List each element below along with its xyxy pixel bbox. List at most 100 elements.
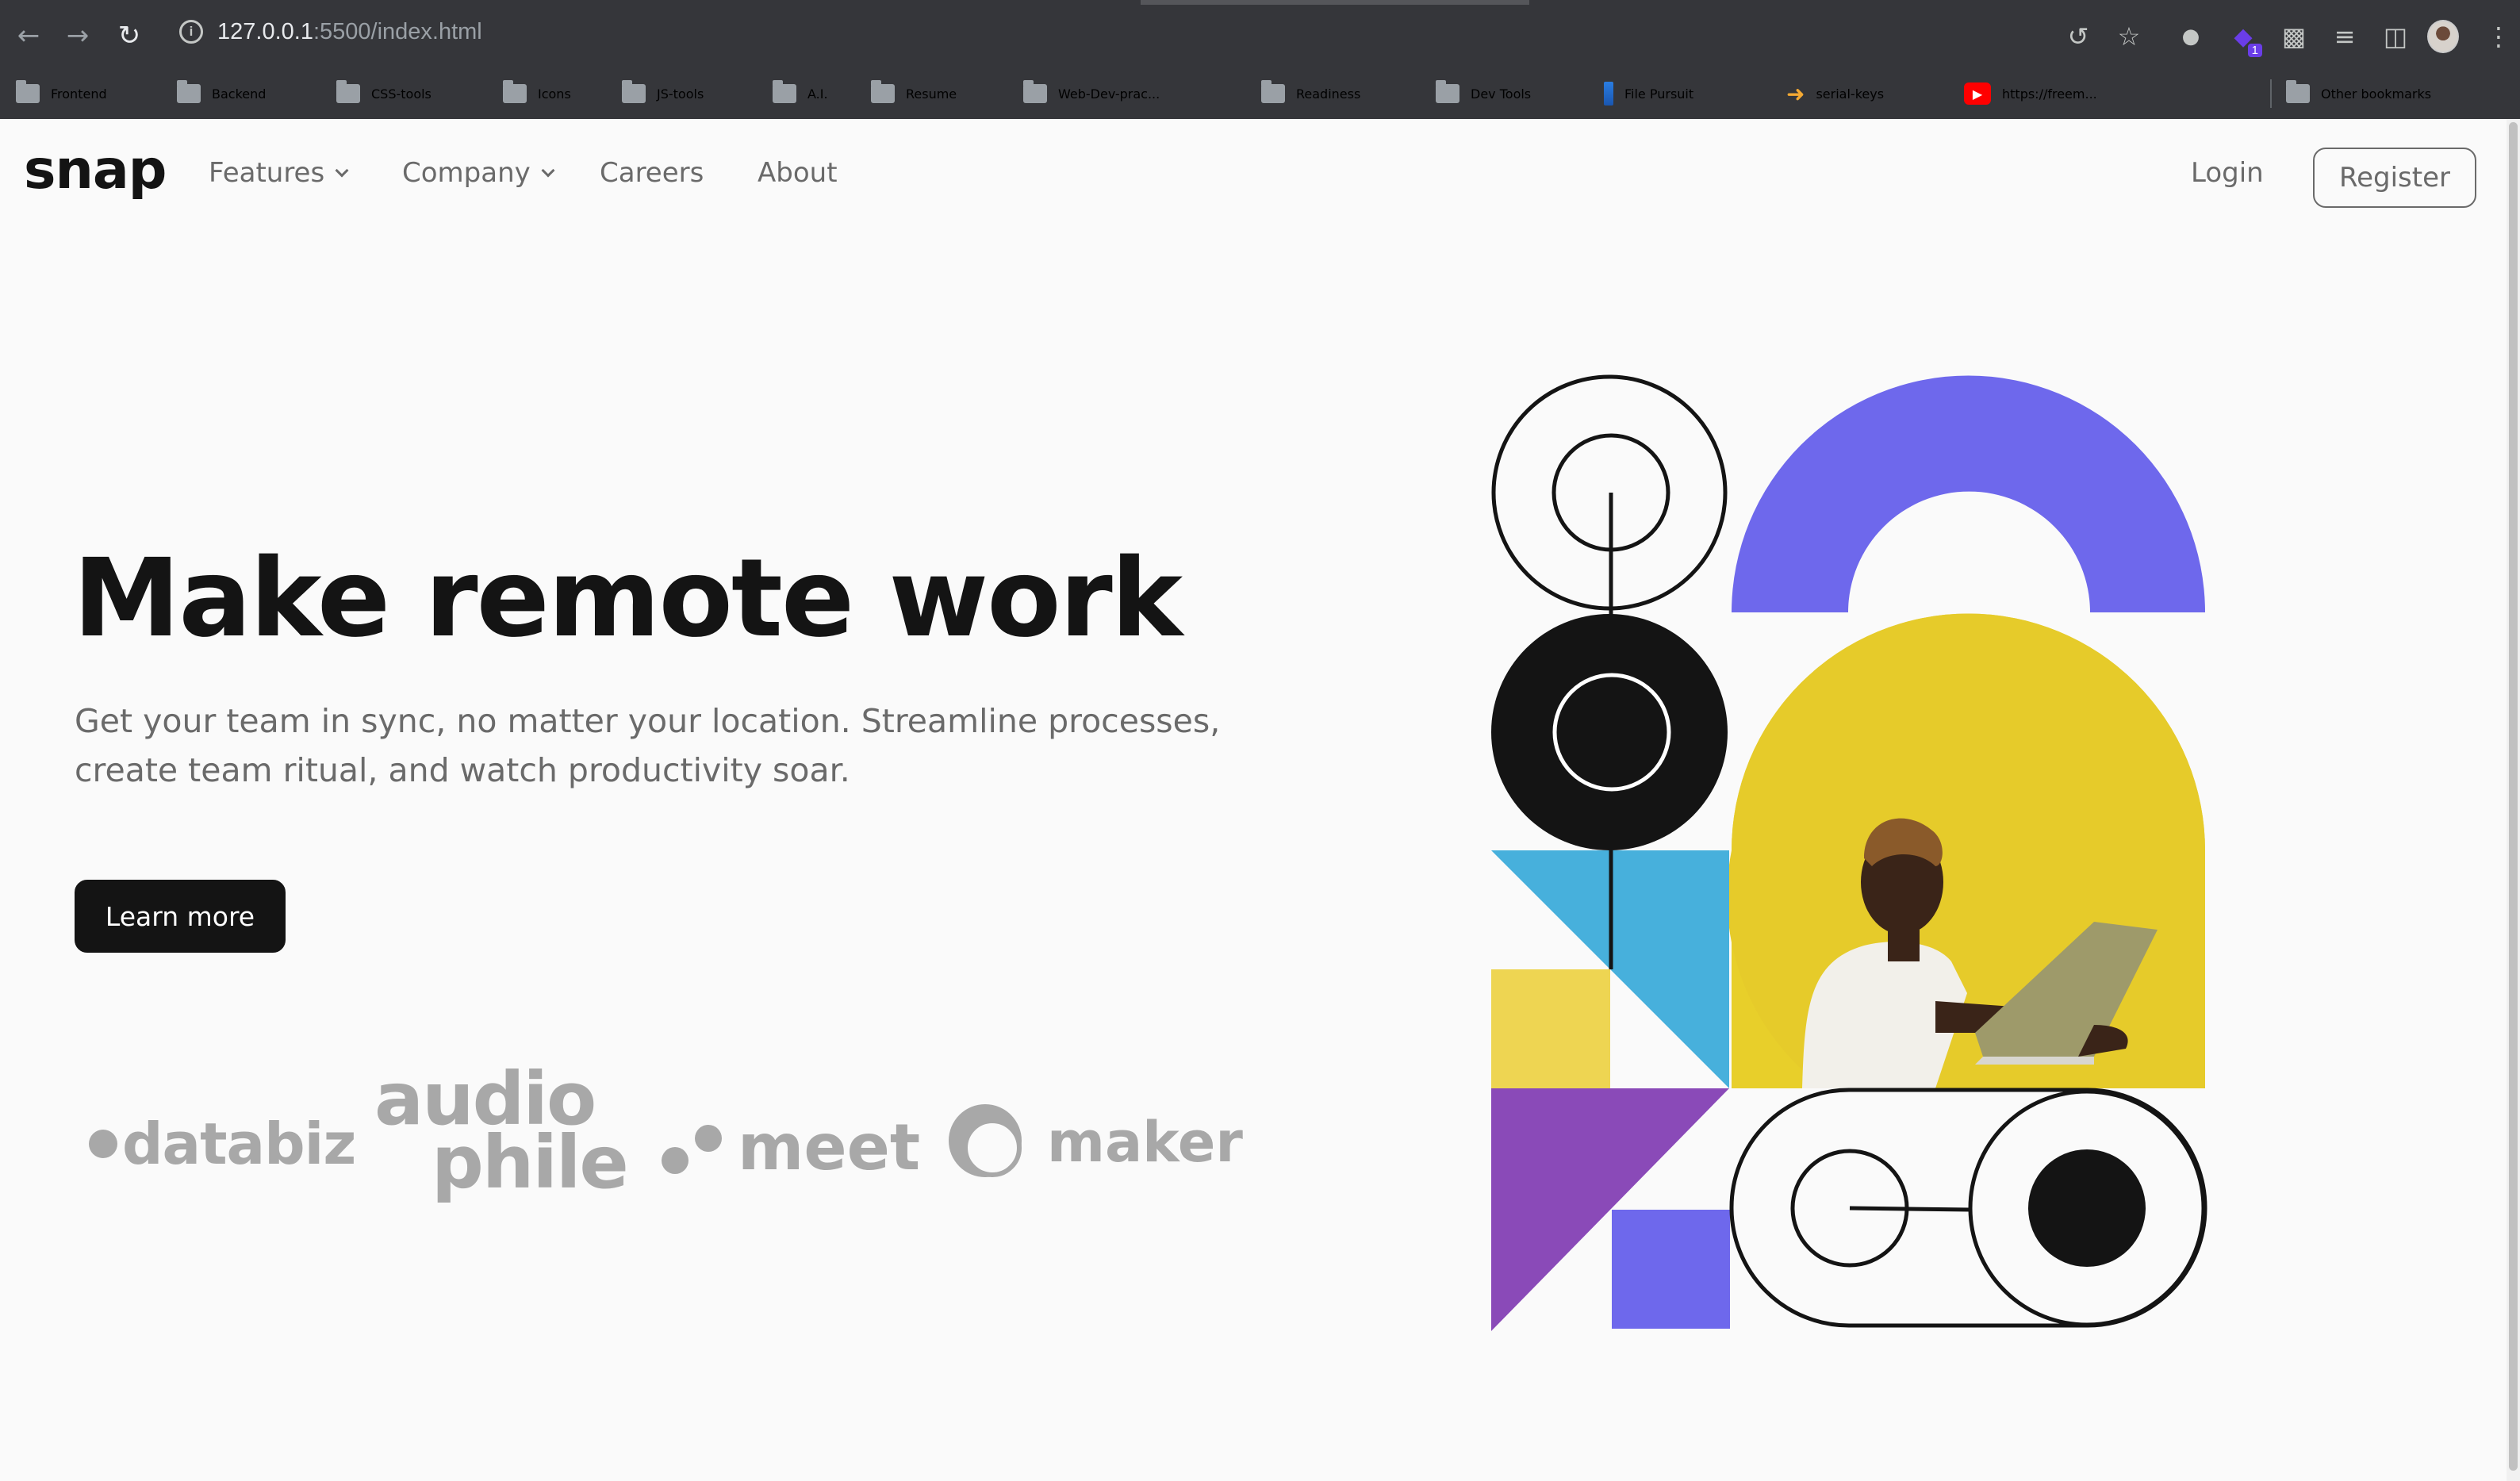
bookmark-label: Icons (538, 86, 571, 102)
extension-badge-count: 1 (2247, 44, 2262, 57)
violet-square (1612, 1210, 1730, 1329)
extension-light-icon[interactable]: ● (2175, 21, 2207, 52)
bookmark-serial-keys[interactable]: ➜ serial-keys (1786, 75, 1884, 112)
bookmark-css-tools[interactable]: CSS-tools (336, 75, 432, 112)
scrollbar-thumb[interactable] (2509, 122, 2518, 1471)
url-path: :5500/index.html (313, 18, 482, 44)
bookmark-divider (2270, 79, 2272, 108)
pill-shape (1729, 1088, 2207, 1328)
bookmark-label: CSS-tools (371, 86, 432, 102)
bookmark-web-dev-prac[interactable]: Web-Dev-prac... (1023, 75, 1160, 112)
folder-icon (16, 80, 40, 103)
yellow-square (1491, 969, 1610, 1088)
bookmark-freem[interactable]: ▶ https://freem... (1964, 75, 2097, 112)
bookmark-resume[interactable]: Resume (871, 75, 957, 112)
nav-about-label: About (758, 157, 838, 189)
info-icon[interactable]: i (179, 20, 203, 44)
folder-icon (336, 80, 360, 103)
audiophile-line-2: phile (432, 1120, 629, 1205)
maker-label: maker (1047, 1110, 1243, 1175)
hero-photo (1727, 613, 2205, 1088)
forward-icon[interactable]: → (59, 17, 96, 54)
back-icon[interactable]: ← (10, 17, 47, 54)
databiz-label: databiz (122, 1111, 356, 1177)
side-panel-icon[interactable]: ◫ (2380, 21, 2411, 52)
folder-icon (1436, 80, 1459, 103)
client-logo-meet: meet (662, 1111, 920, 1184)
bookmark-label: Resume (906, 86, 957, 102)
nav-careers-label: Careers (600, 157, 704, 189)
register-button[interactable]: Register (2313, 148, 2476, 208)
bookmark-label: Frontend (51, 86, 107, 102)
address-bar[interactable]: i 127.0.0.1:5500/index.html (179, 16, 482, 48)
tab-strip (0, 0, 2520, 5)
bookmark-label: Backend (212, 86, 267, 102)
bookmark-dev-tools[interactable]: Dev Tools (1436, 75, 1531, 112)
nav-company-label: Company (402, 157, 531, 189)
active-tab[interactable] (1141, 0, 1529, 5)
login-link[interactable]: Login (2191, 157, 2264, 189)
chevron-down-icon (541, 163, 555, 178)
folder-icon (773, 80, 796, 103)
reading-list-icon[interactable]: ≡ (2329, 21, 2361, 52)
nav-careers[interactable]: Careers (600, 157, 704, 189)
bookmark-label: Readiness (1296, 86, 1361, 102)
bookmark-frontend[interactable]: Frontend (16, 75, 107, 112)
avatar (2427, 20, 2459, 53)
arrow-favicon-icon: ➜ (1786, 80, 1805, 107)
meet-label: meet (738, 1111, 921, 1184)
client-logo-databiz: databiz (89, 1111, 356, 1177)
scrollbar[interactable] (2507, 119, 2520, 1481)
bookmark-ai[interactable]: A.I. (773, 75, 828, 112)
folder-icon (871, 80, 895, 103)
share-icon[interactable]: ↺ (2062, 21, 2094, 52)
folder-icon (622, 80, 646, 103)
bookmark-other[interactable]: Other bookmarks (2286, 75, 2431, 112)
meet-dots-icon (662, 1120, 727, 1176)
youtube-icon: ▶ (1964, 82, 1991, 105)
nav-about[interactable]: About (758, 157, 838, 189)
folder-icon (503, 80, 527, 103)
folder-icon (1261, 80, 1285, 103)
file-pursuit-icon (1604, 82, 1613, 106)
puzzle-icon[interactable]: ▩ (2278, 21, 2310, 52)
bookmark-label: A.I. (807, 86, 828, 102)
folder-icon (177, 80, 201, 103)
nav-company[interactable]: Company (402, 157, 555, 189)
bookmark-js-tools[interactable]: JS-tools (622, 75, 704, 112)
maker-circle-icon (949, 1104, 1025, 1180)
client-logo-audiophile: audio phile (374, 1063, 629, 1205)
folder-icon (2286, 80, 2310, 103)
bookmark-label: Web-Dev-prac... (1058, 86, 1160, 102)
page-title: Make remote work (73, 536, 1183, 662)
reload-icon[interactable]: ↻ (111, 17, 148, 54)
black-circle (1491, 614, 1728, 850)
bookmark-readiness[interactable]: Readiness (1261, 75, 1360, 112)
nav-features-label: Features (209, 157, 325, 189)
extension-badge-icon[interactable]: ◆ 1 (2227, 21, 2262, 57)
nav-features[interactable]: Features (209, 157, 349, 189)
hero-illustration (1491, 374, 2207, 1331)
bookmark-label: https://freem... (2002, 86, 2097, 102)
folder-icon (1023, 80, 1047, 103)
kebab-menu-icon[interactable]: ⋮ (2483, 21, 2514, 52)
profile-avatar[interactable] (2427, 20, 2459, 53)
bookmark-backend[interactable]: Backend (177, 75, 266, 112)
violet-arch (1732, 375, 2205, 612)
learn-more-button[interactable]: Learn more (75, 880, 286, 953)
bookmark-file-pursuit[interactable]: File Pursuit (1604, 75, 1693, 112)
bookmark-label: File Pursuit (1624, 86, 1694, 102)
bookmark-icons[interactable]: Icons (503, 75, 571, 112)
databiz-dot-icon (89, 1130, 117, 1158)
star-icon[interactable]: ☆ (2113, 21, 2145, 52)
hero-subtitle: Get your team in sync, no matter your lo… (75, 702, 1221, 789)
url-host: 127.0.0.1 (217, 18, 313, 44)
client-logo-maker: maker (949, 1104, 1243, 1180)
bookmark-label: JS-tools (657, 86, 704, 102)
ring-top-left (1491, 374, 1728, 615)
site-logo[interactable]: snap (24, 139, 167, 201)
chevron-down-icon (335, 163, 349, 178)
bookmark-label: serial-keys (1816, 86, 1885, 102)
bookmark-label: Dev Tools (1471, 86, 1532, 102)
bookmark-label: Other bookmarks (2321, 86, 2432, 102)
